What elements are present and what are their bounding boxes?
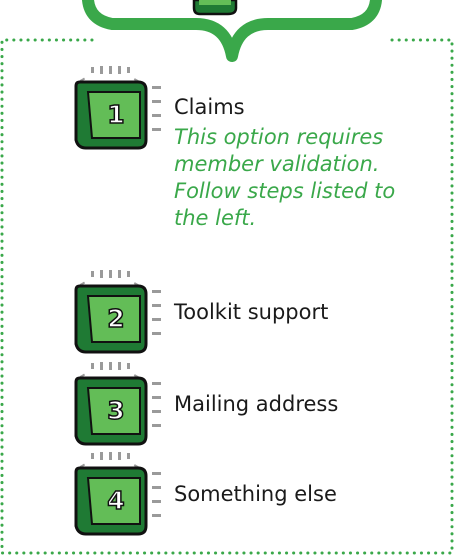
option-4-label: Something else bbox=[174, 482, 337, 506]
option-4-number: 4 bbox=[107, 486, 124, 515]
option-3-label: Mailing address bbox=[174, 392, 339, 416]
option-2-key[interactable]: 2 bbox=[74, 270, 161, 354]
option-3-key[interactable]: 3 bbox=[74, 362, 161, 446]
top-key-fragment bbox=[192, 0, 238, 16]
menu-diagram: 1 2 3 4 bbox=[0, 0, 454, 555]
option-2-label: Toolkit support bbox=[174, 300, 329, 324]
option-1-number: 1 bbox=[107, 100, 124, 129]
option-1-label: Claims bbox=[174, 95, 245, 119]
option-1-key[interactable]: 1 bbox=[74, 66, 161, 150]
option-4-key[interactable]: 4 bbox=[74, 452, 161, 536]
option-3-number: 3 bbox=[107, 396, 124, 425]
option-1-note: This option requires member validation. … bbox=[174, 125, 396, 230]
option-2-number: 2 bbox=[107, 304, 124, 333]
